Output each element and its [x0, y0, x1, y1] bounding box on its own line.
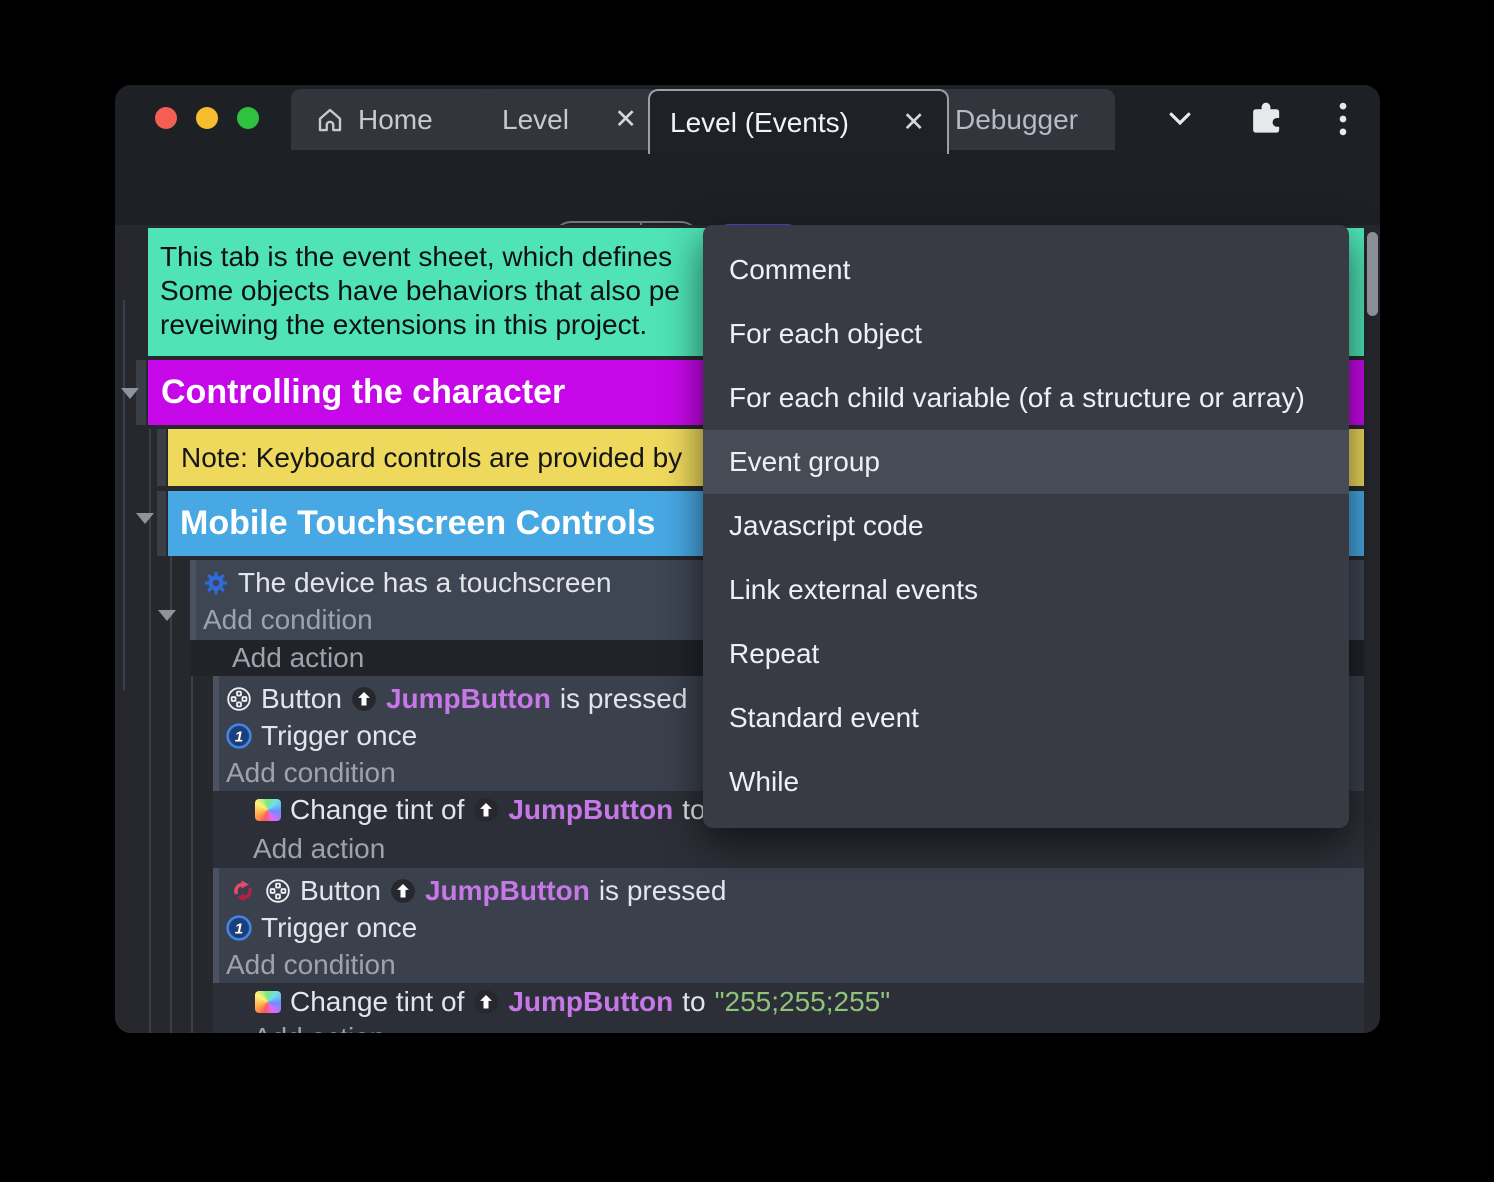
- condition-text: is pressed: [598, 874, 727, 906]
- add-action-row[interactable]: Add action: [213, 1021, 1364, 1033]
- tree-line: [123, 300, 125, 690]
- home-icon: [315, 105, 345, 135]
- condition-text: is pressed: [559, 682, 688, 714]
- tab-level[interactable]: Level ✕: [486, 89, 659, 150]
- toolbar: [115, 150, 1380, 289]
- close-tab-icon[interactable]: ✕: [902, 107, 947, 138]
- add-condition-link[interactable]: Add condition: [203, 604, 373, 636]
- svg-text:1: 1: [235, 920, 243, 937]
- menu-item-standard-event[interactable]: Standard event: [703, 686, 1349, 750]
- vertical-scrollbar-thumb[interactable]: [1367, 232, 1378, 316]
- tab-level-label: Level: [502, 103, 569, 135]
- tab-level-events-label: Level (Events): [670, 106, 849, 138]
- tab-bar: Home Level ✕ Level (Events) ✕ Debugger: [115, 85, 1380, 154]
- collapse-arrow-icon[interactable]: [121, 388, 139, 399]
- tab-level-events[interactable]: Level (Events) ✕: [648, 89, 949, 154]
- add-event-context-menu: Comment For each object For each child v…: [703, 225, 1349, 828]
- object-name: JumpButton: [508, 986, 674, 1017]
- tint-value: "255;255;255": [714, 986, 891, 1017]
- menu-item-repeat[interactable]: Repeat: [703, 622, 1349, 686]
- trigger-once-icon: 1: [226, 722, 252, 749]
- collapse-arrow-icon[interactable]: [158, 610, 176, 621]
- jumpbutton-object-icon: [473, 989, 499, 1015]
- tab-debugger-label: Debugger: [955, 103, 1078, 135]
- tab-debugger[interactable]: Debugger: [928, 89, 1115, 150]
- svg-text:1: 1: [235, 728, 243, 745]
- tree-line: [170, 491, 172, 1033]
- gear-icon: [203, 570, 229, 596]
- tab-home-label: Home: [358, 103, 433, 135]
- trigger-once-icon: 1: [226, 914, 252, 941]
- event-sheet: This tab is the event sheet, which defin…: [115, 225, 1380, 1033]
- object-name: JumpButton: [508, 794, 674, 825]
- collapse-arrow-icon[interactable]: [136, 513, 154, 524]
- action-change-tint[interactable]: Change tint of JumpButton to "255;255;25…: [213, 983, 1364, 1021]
- menu-item-for-each-object[interactable]: For each object: [703, 302, 1349, 366]
- zoom-window-button[interactable]: [237, 107, 259, 129]
- menu-item-javascript-code[interactable]: Javascript code: [703, 494, 1349, 558]
- extensions-puzzle-icon[interactable]: [1247, 99, 1285, 142]
- condition-text: Trigger once: [261, 911, 418, 943]
- action-text: to: [682, 986, 706, 1017]
- action-text: Change tint of: [290, 794, 465, 825]
- kebab-menu-icon[interactable]: [1337, 101, 1349, 142]
- add-action-link[interactable]: Add action: [253, 833, 385, 865]
- gamepad-button-icon: [265, 878, 291, 904]
- add-action-link[interactable]: Add action: [232, 642, 364, 674]
- condition-text: The device has a touchscreen: [238, 566, 612, 598]
- menu-item-event-group[interactable]: Event group: [703, 430, 1349, 494]
- gamepad-button-icon: [226, 686, 252, 712]
- add-action-row[interactable]: Add action: [213, 829, 1364, 868]
- event-button-pressed-inverted[interactable]: Button JumpButton is pressed 1 Trigger o…: [213, 868, 1364, 983]
- close-window-button[interactable]: [155, 107, 177, 129]
- menu-item-link-external-events[interactable]: Link external events: [703, 558, 1349, 622]
- add-action-link[interactable]: Add action: [253, 1022, 385, 1033]
- condition-text: Button: [300, 874, 381, 906]
- add-condition-link[interactable]: Add condition: [226, 757, 396, 789]
- object-name: JumpButton: [385, 682, 551, 714]
- drag-handle[interactable]: [157, 491, 166, 556]
- jumpbutton-object-icon: [473, 797, 499, 823]
- object-name: JumpButton: [424, 874, 590, 906]
- jumpbutton-object-icon: [390, 878, 416, 904]
- menu-item-for-each-child-variable[interactable]: For each child variable (of a structure …: [703, 366, 1349, 430]
- tab-home[interactable]: Home: [291, 89, 503, 150]
- add-condition-link[interactable]: Add condition: [226, 949, 396, 981]
- app-window: Home Level ✕ Level (Events) ✕ Debugger T…: [115, 85, 1380, 1033]
- condition-text: Button: [261, 682, 342, 714]
- drag-handle[interactable]: [157, 429, 166, 486]
- menu-item-while[interactable]: While: [703, 750, 1349, 814]
- minimize-window-button[interactable]: [196, 107, 218, 129]
- invert-condition-icon: [230, 878, 256, 904]
- action-text: Change tint of: [290, 986, 465, 1017]
- chevron-down-icon[interactable]: [1163, 103, 1197, 138]
- condition-text: Trigger once: [261, 719, 418, 751]
- menu-item-comment[interactable]: Comment: [703, 238, 1349, 302]
- tint-palette-icon: [255, 991, 281, 1013]
- tint-palette-icon: [255, 799, 281, 821]
- jumpbutton-object-icon: [351, 686, 377, 712]
